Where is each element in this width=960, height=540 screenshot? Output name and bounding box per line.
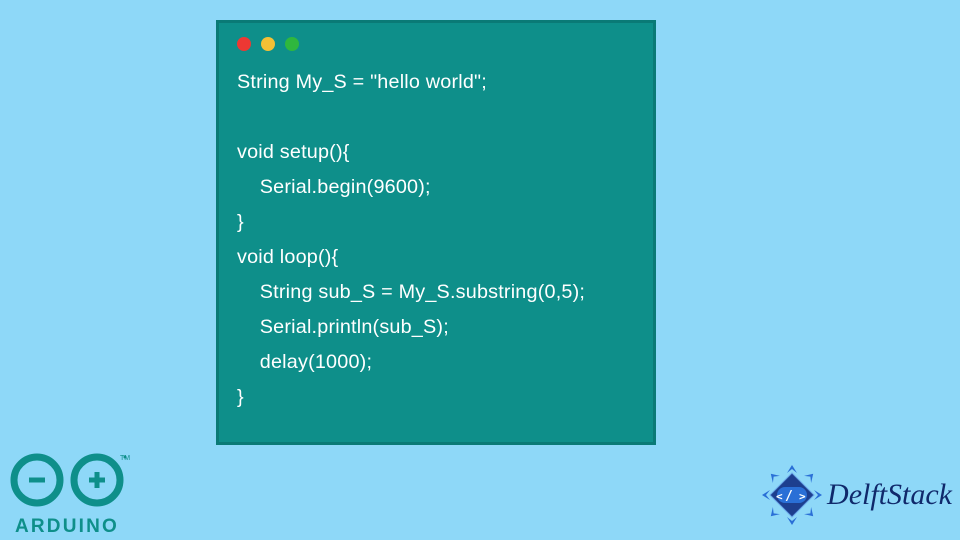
svg-text:<: < [776, 490, 783, 503]
delftstack-label: DelftStack [827, 478, 952, 512]
arduino-logo: TM ARDUINO [2, 451, 132, 538]
maximize-icon [285, 37, 299, 51]
arduino-infinity-icon: TM [2, 451, 132, 509]
code-block: String My_S = "hello world"; void setup(… [237, 65, 635, 415]
minimize-icon [261, 37, 275, 51]
close-icon [237, 37, 251, 51]
delftstack-logo: / < > DelftStack [761, 464, 952, 526]
window-controls [237, 37, 635, 51]
delftstack-badge-icon: / < > [761, 464, 823, 526]
svg-text:/: / [785, 489, 793, 504]
svg-text:>: > [799, 490, 806, 503]
code-window: String My_S = "hello world"; void setup(… [216, 20, 656, 445]
arduino-label: ARDUINO [2, 516, 132, 538]
svg-text:TM: TM [120, 455, 130, 462]
